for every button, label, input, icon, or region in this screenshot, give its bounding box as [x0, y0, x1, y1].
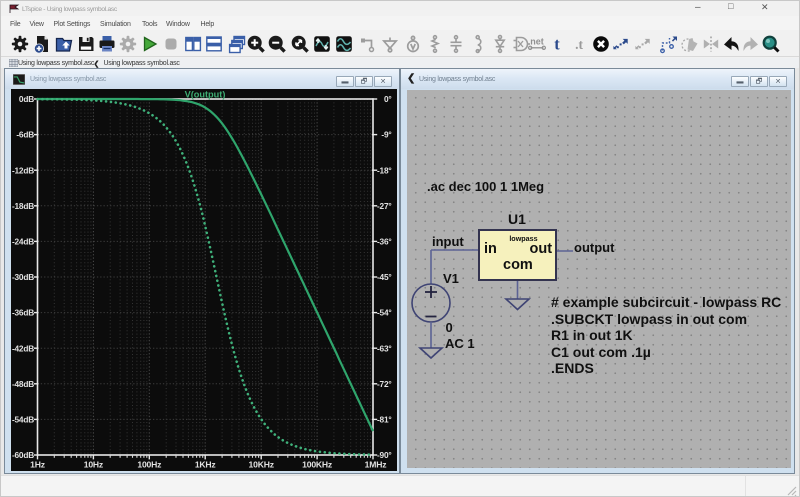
svg-text:-48dB: -48dB	[12, 379, 34, 389]
svg-text:-42dB: -42dB	[12, 343, 34, 353]
svg-text:-54dB: -54dB	[12, 415, 34, 425]
svg-text:-63°: -63°	[377, 343, 392, 353]
svg-text:-18dB: -18dB	[12, 201, 34, 211]
svg-text:V(output): V(output)	[185, 89, 226, 99]
svg-text:-30dB: -30dB	[12, 272, 34, 282]
svg-text:-45°: -45°	[377, 272, 392, 282]
svg-text:0°: 0°	[384, 94, 392, 104]
svg-text:100KHz: 100KHz	[302, 460, 332, 470]
svg-text:-27°: -27°	[377, 201, 392, 211]
svg-text:10KHz: 10KHz	[249, 460, 274, 470]
svg-text:-81°: -81°	[377, 415, 392, 425]
svg-text:-9°: -9°	[381, 130, 391, 140]
svg-text:-72°: -72°	[377, 379, 392, 389]
svg-text:1KHz: 1KHz	[195, 460, 216, 470]
svg-text:.t: .t	[575, 37, 583, 52]
svg-text:-36°: -36°	[377, 237, 392, 247]
svg-text:t: t	[554, 35, 560, 54]
svg-text:1MHz: 1MHz	[365, 460, 387, 470]
svg-text:1Hz: 1Hz	[30, 460, 45, 470]
svg-text:10Hz: 10Hz	[84, 460, 103, 470]
svg-text:-36dB: -36dB	[12, 308, 34, 318]
svg-text:net: net	[530, 37, 544, 47]
svg-text:-12dB: -12dB	[12, 165, 34, 175]
svg-text:-24dB: -24dB	[12, 237, 34, 247]
svg-text:100Hz: 100Hz	[137, 460, 161, 470]
svg-text:0dB: 0dB	[19, 94, 34, 104]
svg-text:-18°: -18°	[377, 165, 392, 175]
svg-text:-54°: -54°	[377, 308, 392, 318]
svg-text:-6dB: -6dB	[16, 130, 34, 140]
